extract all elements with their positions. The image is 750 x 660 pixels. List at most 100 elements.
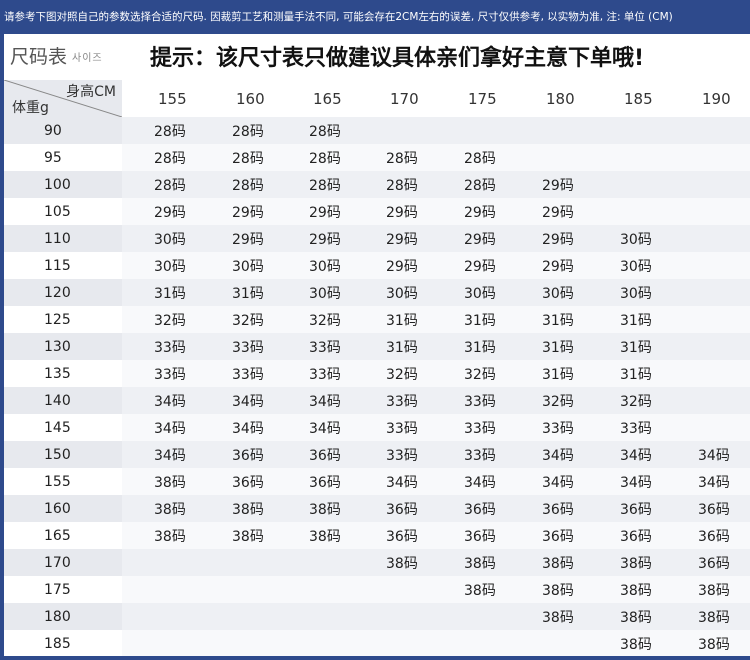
height-header-190: 190 (702, 89, 731, 108)
corner-cell: 身高CM 体重g (4, 80, 122, 117)
size-cell: 38码 (122, 495, 200, 522)
table-row: 155 38码 36码 36码 34码 34码 34码 34码 34码 (4, 468, 750, 495)
size-cell: 30码 (277, 252, 354, 279)
size-cell (666, 117, 750, 144)
size-cell: 36码 (666, 495, 750, 522)
height-header-155: 155 (158, 89, 187, 108)
size-cell (666, 252, 750, 279)
size-cell: 28码 (432, 171, 510, 198)
size-cell: 28码 (277, 171, 354, 198)
size-cell: 31码 (588, 306, 666, 333)
weight-cell: 110 (4, 225, 122, 252)
size-cell: 34码 (122, 441, 200, 468)
size-cell (354, 603, 432, 630)
size-cell: 31码 (510, 360, 588, 387)
size-cell: 31码 (200, 279, 277, 306)
size-cell: 28码 (277, 117, 354, 144)
size-cell: 32码 (200, 306, 277, 333)
size-cell: 32码 (588, 387, 666, 414)
size-cell: 34码 (122, 387, 200, 414)
size-cell: 36码 (200, 441, 277, 468)
weight-cell: 130 (4, 333, 122, 360)
size-cell (354, 117, 432, 144)
size-cell: 38码 (277, 522, 354, 549)
size-cell: 36码 (432, 495, 510, 522)
size-cell: 38码 (666, 576, 750, 603)
size-cell: 30码 (277, 279, 354, 306)
size-cell (122, 549, 200, 576)
size-cell (666, 387, 750, 414)
height-header-175: 175 (468, 89, 497, 108)
table-row: 185 38码 38码 (4, 630, 750, 656)
size-cell: 29码 (277, 198, 354, 225)
size-cell: 38码 (588, 630, 666, 656)
size-cell (432, 630, 510, 656)
size-cell (666, 333, 750, 360)
weight-cell: 150 (4, 441, 122, 468)
size-cell: 28码 (122, 117, 200, 144)
size-cell: 36码 (666, 522, 750, 549)
size-cell: 33码 (354, 441, 432, 468)
weight-cell: 115 (4, 252, 122, 279)
weight-cell: 180 (4, 603, 122, 630)
size-cell: 33码 (277, 333, 354, 360)
size-cell (200, 576, 277, 603)
size-cell: 38码 (200, 522, 277, 549)
size-cell: 31码 (122, 279, 200, 306)
size-cell: 30码 (432, 279, 510, 306)
size-cell: 33码 (200, 333, 277, 360)
size-cell (666, 225, 750, 252)
table-row: 105 29码 29码 29码 29码 29码 29码 (4, 198, 750, 225)
weight-cell: 145 (4, 414, 122, 441)
table-row: 90 28码 28码 28码 (4, 117, 750, 144)
size-cell: 38码 (588, 576, 666, 603)
size-cell: 34码 (432, 468, 510, 495)
size-cell (666, 360, 750, 387)
size-cell (277, 603, 354, 630)
size-cell: 31码 (354, 306, 432, 333)
size-cell: 38码 (588, 603, 666, 630)
size-cell: 32码 (432, 360, 510, 387)
size-cell (666, 279, 750, 306)
size-cell: 36码 (277, 441, 354, 468)
size-cell (122, 603, 200, 630)
size-cell (588, 198, 666, 225)
size-cell: 30码 (588, 279, 666, 306)
size-cell: 29码 (200, 198, 277, 225)
size-cell: 29码 (510, 225, 588, 252)
table-row: 100 28码 28码 28码 28码 28码 29码 (4, 171, 750, 198)
size-cell (588, 171, 666, 198)
size-cell: 38码 (510, 603, 588, 630)
height-header-170: 170 (390, 89, 419, 108)
weight-cell: 165 (4, 522, 122, 549)
size-cell: 31码 (588, 333, 666, 360)
size-cell: 30码 (588, 225, 666, 252)
weight-cell: 100 (4, 171, 122, 198)
table-row: 120 31码 31码 30码 30码 30码 30码 30码 (4, 279, 750, 306)
size-cell: 32码 (122, 306, 200, 333)
weight-axis-label: 体重g (12, 100, 49, 116)
size-cell: 34码 (666, 441, 750, 468)
size-cell: 28码 (200, 171, 277, 198)
weight-cell: 160 (4, 495, 122, 522)
size-cell: 36码 (588, 495, 666, 522)
size-cell: 32码 (354, 360, 432, 387)
table-row: 150 34码 36码 36码 33码 33码 34码 34码 34码 (4, 441, 750, 468)
size-cell: 36码 (666, 549, 750, 576)
size-cell: 29码 (432, 225, 510, 252)
size-cell: 38码 (354, 549, 432, 576)
table-row: 130 33码 33码 33码 31码 31码 31码 31码 (4, 333, 750, 360)
table-row: 165 38码 38码 38码 36码 36码 36码 36码 36码 (4, 522, 750, 549)
size-cell: 33码 (588, 414, 666, 441)
size-cell: 32码 (277, 306, 354, 333)
weight-cell: 170 (4, 549, 122, 576)
tip-text: 提示：该尺寸表只做建议具体亲们拿好主意下单哦! (150, 46, 645, 71)
size-cell: 38码 (432, 576, 510, 603)
size-notice: 请参考下图对照自己的参数选择合适的尺码. 因裁剪工艺和测量手法不同, 可能会存在… (0, 0, 750, 34)
size-table: 身高CM 体重g 155 160 165 170 175 180 185 190 90 28码 2… (4, 80, 750, 656)
weight-cell: 155 (4, 468, 122, 495)
size-cell: 30码 (200, 252, 277, 279)
weight-cell: 175 (4, 576, 122, 603)
table-row: 110 30码 29码 29码 29码 29码 29码 30码 (4, 225, 750, 252)
size-cell: 34码 (277, 414, 354, 441)
